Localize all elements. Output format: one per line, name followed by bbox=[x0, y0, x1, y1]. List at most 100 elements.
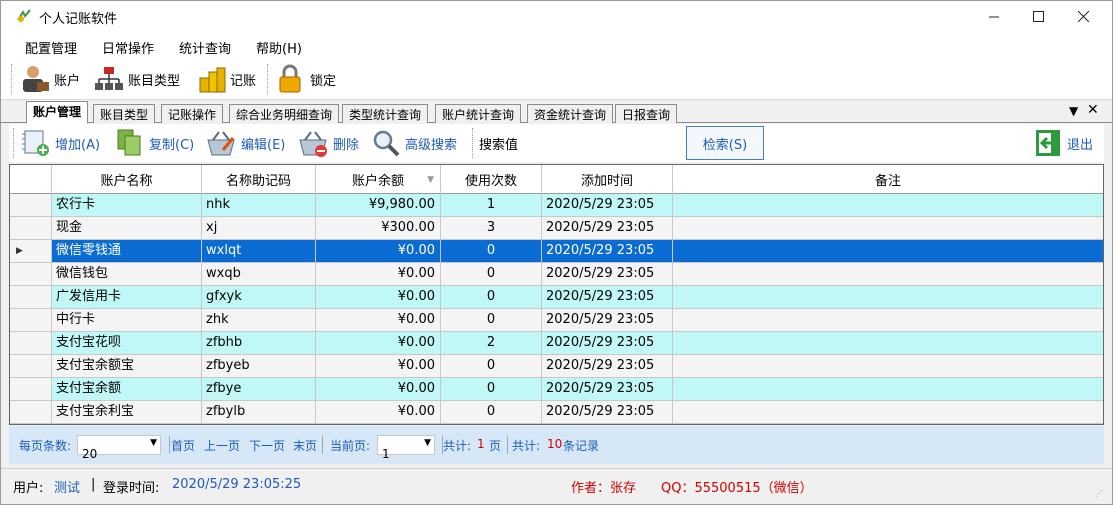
tab-account-stats[interactable]: 账户统计查询 bbox=[435, 104, 522, 123]
cell-balance[interactable]: ¥0.00 bbox=[316, 401, 441, 423]
first-page-link[interactable]: 首页 bbox=[171, 437, 195, 454]
column-header-note[interactable]: 备注 bbox=[673, 165, 1103, 194]
cell-name[interactable]: 支付宝余利宝 bbox=[52, 401, 202, 423]
cell-note[interactable] bbox=[673, 332, 1103, 354]
row-header[interactable] bbox=[10, 263, 52, 285]
column-header-balance[interactable]: 账户余额 ▼ bbox=[316, 165, 441, 194]
cell-time[interactable]: 2020/5/29 23:05 bbox=[542, 194, 673, 216]
current-page-select[interactable]: 1 ▼ bbox=[377, 435, 435, 461]
cell-count[interactable]: 0 bbox=[441, 240, 542, 262]
column-header-time[interactable]: 添加时间 bbox=[542, 165, 673, 194]
column-header-code[interactable]: 名称助记码 bbox=[202, 165, 316, 194]
cell-time[interactable]: 2020/5/29 23:05 bbox=[542, 286, 673, 308]
tab-type-stats[interactable]: 类型统计查询 bbox=[342, 104, 429, 123]
row-header[interactable] bbox=[10, 194, 52, 216]
cell-name[interactable]: 支付宝余额 bbox=[52, 378, 202, 400]
column-header-name[interactable]: 账户名称 bbox=[52, 165, 202, 194]
cell-time[interactable]: 2020/5/29 23:05 bbox=[542, 240, 673, 262]
cell-count[interactable]: 3 bbox=[441, 217, 542, 239]
cell-code[interactable]: zfbylb bbox=[202, 401, 316, 423]
cell-name[interactable]: 广发信用卡 bbox=[52, 286, 202, 308]
tab-dropdown-icon[interactable]: ▼ bbox=[1069, 104, 1078, 118]
cell-code[interactable]: wxlqt bbox=[202, 240, 316, 262]
column-header-count[interactable]: 使用次数 bbox=[441, 165, 542, 194]
cell-code[interactable]: zhk bbox=[202, 309, 316, 331]
menu-stats[interactable]: 统计查询 bbox=[179, 38, 231, 57]
cell-name[interactable]: 中行卡 bbox=[52, 309, 202, 331]
bookkeeping-button[interactable]: 记账 bbox=[197, 63, 256, 95]
cell-balance[interactable]: ¥0.00 bbox=[316, 332, 441, 354]
cell-code[interactable]: zfbye bbox=[202, 378, 316, 400]
cell-code[interactable]: nhk bbox=[202, 194, 316, 216]
advanced-search-button[interactable]: 高级搜索 bbox=[371, 128, 457, 158]
cell-count[interactable]: 0 bbox=[441, 401, 542, 423]
cell-note[interactable] bbox=[673, 378, 1103, 400]
resize-grip-icon[interactable]: ⋰ bbox=[1095, 489, 1103, 498]
menu-config[interactable]: 配置管理 bbox=[25, 38, 77, 57]
search-button[interactable]: 检索(S) bbox=[686, 126, 764, 160]
table-row[interactable]: 现金 xj ¥300.00 3 2020/5/29 23:05 bbox=[10, 217, 1103, 240]
last-page-link[interactable]: 末页 bbox=[293, 437, 317, 454]
cell-time[interactable]: 2020/5/29 23:05 bbox=[542, 263, 673, 285]
cell-balance[interactable]: ¥9,980.00 bbox=[316, 194, 441, 216]
cell-time[interactable]: 2020/5/29 23:05 bbox=[542, 217, 673, 239]
account-button[interactable]: 账户 bbox=[19, 63, 80, 95]
cell-balance[interactable]: ¥0.00 bbox=[316, 378, 441, 400]
prev-page-link[interactable]: 上一页 bbox=[204, 437, 240, 454]
delete-button[interactable]: 删除 bbox=[297, 128, 359, 158]
cell-code[interactable]: wxqb bbox=[202, 263, 316, 285]
cell-note[interactable] bbox=[673, 240, 1103, 262]
table-row[interactable]: 广发信用卡 gfxyk ¥0.00 0 2020/5/29 23:05 bbox=[10, 286, 1103, 309]
close-button[interactable] bbox=[1060, 1, 1106, 32]
cell-code[interactable]: zfbyeb bbox=[202, 355, 316, 377]
exit-button[interactable]: 退出 bbox=[1033, 128, 1093, 158]
cell-time[interactable]: 2020/5/29 23:05 bbox=[542, 378, 673, 400]
table-row[interactable]: ▶ 微信零钱通 wxlqt ¥0.00 0 2020/5/29 23:05 bbox=[10, 240, 1103, 263]
tab-fund-stats[interactable]: 资金统计查询 bbox=[527, 104, 614, 123]
row-header[interactable]: ▶ bbox=[10, 240, 52, 262]
cell-time[interactable]: 2020/5/29 23:05 bbox=[542, 332, 673, 354]
cell-note[interactable] bbox=[673, 263, 1103, 285]
lock-button[interactable]: 锁定 bbox=[277, 63, 336, 95]
cell-balance[interactable]: ¥0.00 bbox=[316, 286, 441, 308]
row-header[interactable] bbox=[10, 332, 52, 354]
cell-count[interactable]: 2 bbox=[441, 332, 542, 354]
cell-note[interactable] bbox=[673, 355, 1103, 377]
cell-name[interactable]: 支付宝花呗 bbox=[52, 332, 202, 354]
cell-code[interactable]: zfbhb bbox=[202, 332, 316, 354]
cell-name[interactable]: 农行卡 bbox=[52, 194, 202, 216]
maximize-button[interactable] bbox=[1015, 1, 1061, 32]
cell-code[interactable]: gfxyk bbox=[202, 286, 316, 308]
table-row[interactable]: 支付宝花呗 zfbhb ¥0.00 2 2020/5/29 23:05 bbox=[10, 332, 1103, 355]
add-button[interactable]: 增加(A) bbox=[21, 128, 100, 158]
tab-close-icon[interactable]: ✕ bbox=[1087, 102, 1099, 118]
table-row[interactable]: 微信钱包 wxqb ¥0.00 0 2020/5/29 23:05 bbox=[10, 263, 1103, 286]
table-row[interactable]: 支付宝余额宝 zfbyeb ¥0.00 0 2020/5/29 23:05 bbox=[10, 355, 1103, 378]
row-header[interactable] bbox=[10, 286, 52, 308]
cell-time[interactable]: 2020/5/29 23:05 bbox=[542, 355, 673, 377]
cell-note[interactable] bbox=[673, 286, 1103, 308]
cell-name[interactable]: 现金 bbox=[52, 217, 202, 239]
table-row[interactable]: 中行卡 zhk ¥0.00 0 2020/5/29 23:05 bbox=[10, 309, 1103, 332]
cell-note[interactable] bbox=[673, 217, 1103, 239]
tab-account-management[interactable]: 账户管理 bbox=[26, 101, 89, 124]
account-type-button[interactable]: 账目类型 bbox=[93, 63, 180, 95]
cell-note[interactable] bbox=[673, 309, 1103, 331]
row-header[interactable] bbox=[10, 309, 52, 331]
cell-name[interactable]: 微信零钱通 bbox=[52, 240, 202, 262]
tab-account-type[interactable]: 账目类型 bbox=[93, 104, 156, 123]
cell-code[interactable]: xj bbox=[202, 217, 316, 239]
cell-count[interactable]: 1 bbox=[441, 194, 542, 216]
cell-note[interactable] bbox=[673, 194, 1103, 216]
tab-bookkeeping[interactable]: 记账操作 bbox=[161, 104, 224, 123]
next-page-link[interactable]: 下一页 bbox=[249, 437, 285, 454]
tab-business-detail[interactable]: 综合业务明细查询 bbox=[229, 104, 340, 123]
cell-time[interactable]: 2020/5/29 23:05 bbox=[542, 401, 673, 423]
minimize-button[interactable] bbox=[971, 1, 1017, 32]
cell-balance[interactable]: ¥0.00 bbox=[316, 240, 441, 262]
page-size-select[interactable]: 20 ▼ bbox=[77, 435, 161, 461]
cell-name[interactable]: 支付宝余额宝 bbox=[52, 355, 202, 377]
cell-count[interactable]: 0 bbox=[441, 263, 542, 285]
menu-daily[interactable]: 日常操作 bbox=[102, 38, 154, 57]
cell-name[interactable]: 微信钱包 bbox=[52, 263, 202, 285]
